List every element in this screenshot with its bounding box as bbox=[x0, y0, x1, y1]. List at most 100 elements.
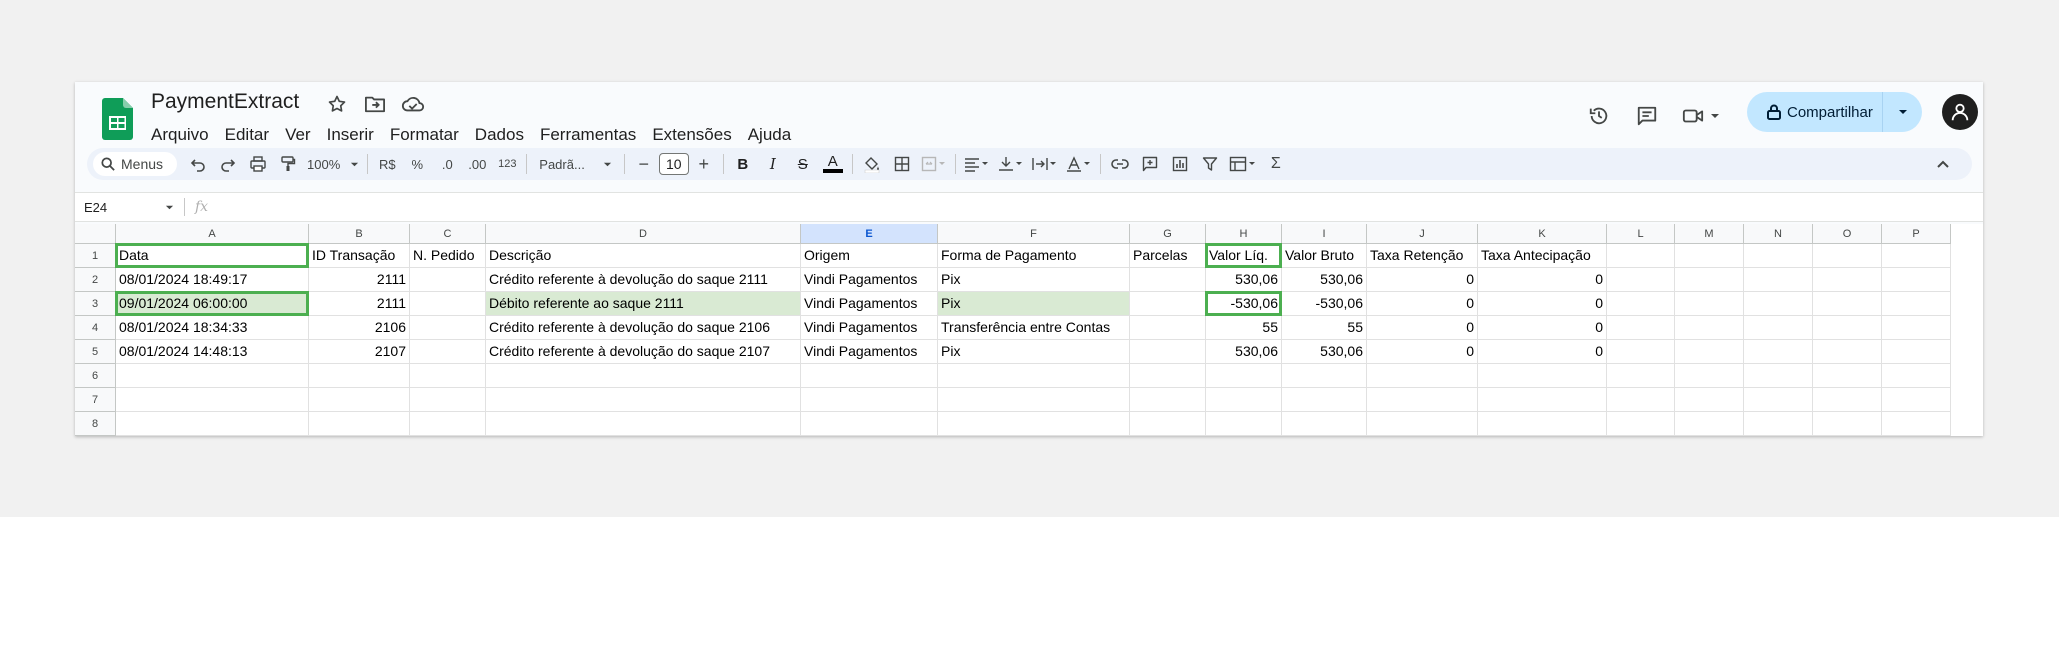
table-cell[interactable] bbox=[1478, 388, 1607, 412]
text-rotation-icon[interactable] bbox=[1062, 150, 1096, 178]
table-cell[interactable]: Transferência entre Contas bbox=[938, 316, 1130, 340]
history-icon[interactable] bbox=[1575, 96, 1623, 136]
undo-icon[interactable] bbox=[183, 150, 213, 178]
header-cell[interactable]: Valor Bruto bbox=[1282, 244, 1367, 268]
zoom-select[interactable]: 100% bbox=[303, 150, 363, 178]
table-cell[interactable] bbox=[1675, 364, 1744, 388]
filter-icon[interactable] bbox=[1195, 150, 1225, 178]
insert-chart-icon[interactable] bbox=[1165, 150, 1195, 178]
header-cell[interactable] bbox=[1675, 244, 1744, 268]
table-cell[interactable] bbox=[1130, 412, 1206, 436]
column-header-p[interactable]: P bbox=[1882, 224, 1951, 244]
header-cell[interactable] bbox=[1607, 244, 1675, 268]
table-cell[interactable]: 530,06 bbox=[1282, 340, 1367, 364]
table-cell[interactable] bbox=[1882, 388, 1951, 412]
table-cell[interactable] bbox=[1607, 268, 1675, 292]
table-cell[interactable]: -530,06 bbox=[1282, 292, 1367, 316]
table-cell[interactable] bbox=[1282, 412, 1367, 436]
table-cell[interactable] bbox=[309, 388, 410, 412]
header-cell[interactable]: Valor Líq. bbox=[1206, 244, 1282, 268]
table-cell[interactable]: 08/01/2024 14:48:13 bbox=[116, 340, 309, 364]
vertical-align-icon[interactable] bbox=[994, 150, 1028, 178]
move-folder-icon[interactable] bbox=[363, 92, 387, 116]
table-cell[interactable] bbox=[1367, 388, 1478, 412]
font-select[interactable]: Padrã... bbox=[531, 150, 620, 178]
table-cell[interactable] bbox=[116, 412, 309, 436]
table-cell[interactable] bbox=[1744, 388, 1813, 412]
table-cell[interactable] bbox=[1744, 292, 1813, 316]
table-cell[interactable]: Crédito referente à devolução do saque 2… bbox=[486, 316, 801, 340]
borders-icon[interactable] bbox=[887, 150, 917, 178]
table-cell[interactable] bbox=[1130, 364, 1206, 388]
header-cell[interactable]: Taxa Antecipação bbox=[1478, 244, 1607, 268]
header-cell[interactable] bbox=[1813, 244, 1882, 268]
table-cell[interactable] bbox=[1130, 268, 1206, 292]
star-icon[interactable] bbox=[325, 92, 349, 116]
currency-format-button[interactable]: R$ bbox=[372, 150, 402, 178]
sheets-logo-icon[interactable] bbox=[102, 98, 133, 140]
column-header-l[interactable]: L bbox=[1607, 224, 1675, 244]
table-cell[interactable]: Pix bbox=[938, 292, 1130, 316]
table-cell[interactable] bbox=[1675, 412, 1744, 436]
table-cell[interactable] bbox=[410, 388, 486, 412]
table-cell[interactable]: Vindi Pagamentos bbox=[801, 340, 938, 364]
header-cell[interactable]: Data bbox=[116, 244, 309, 268]
row-header-6[interactable]: 6 bbox=[75, 364, 116, 388]
table-cell[interactable] bbox=[1607, 412, 1675, 436]
row-header-2[interactable]: 2 bbox=[75, 268, 116, 292]
print-icon[interactable] bbox=[243, 150, 273, 178]
font-size-increase-button[interactable]: + bbox=[689, 150, 719, 178]
table-cell[interactable] bbox=[410, 292, 486, 316]
table-cell[interactable] bbox=[1478, 364, 1607, 388]
column-header-k[interactable]: K bbox=[1478, 224, 1607, 244]
table-cell[interactable]: Vindi Pagamentos bbox=[801, 292, 938, 316]
table-cell[interactable]: 08/01/2024 18:34:33 bbox=[116, 316, 309, 340]
table-cell[interactable] bbox=[1478, 412, 1607, 436]
percent-format-button[interactable]: % bbox=[402, 150, 432, 178]
paint-format-icon[interactable] bbox=[273, 150, 303, 178]
bold-button[interactable]: B bbox=[728, 150, 758, 178]
column-header-b[interactable]: B bbox=[309, 224, 410, 244]
table-cell[interactable] bbox=[1675, 292, 1744, 316]
menu-formatar[interactable]: Formatar bbox=[382, 122, 467, 148]
table-cell[interactable] bbox=[1607, 292, 1675, 316]
table-cell[interactable] bbox=[938, 412, 1130, 436]
table-cell[interactable] bbox=[1744, 340, 1813, 364]
table-cell[interactable]: -530,06 bbox=[1206, 292, 1282, 316]
header-cell[interactable]: Parcelas bbox=[1130, 244, 1206, 268]
horizontal-align-icon[interactable] bbox=[960, 150, 994, 178]
table-cell[interactable]: 0 bbox=[1367, 316, 1478, 340]
collapse-toolbar-icon[interactable] bbox=[1928, 150, 1958, 178]
table-cell[interactable] bbox=[1607, 388, 1675, 412]
header-cell[interactable]: Taxa Retenção bbox=[1367, 244, 1478, 268]
table-cell[interactable] bbox=[1882, 340, 1951, 364]
menu-ajuda[interactable]: Ajuda bbox=[740, 122, 799, 148]
table-cell[interactable] bbox=[1130, 316, 1206, 340]
table-cell[interactable]: 0 bbox=[1478, 268, 1607, 292]
table-cell[interactable]: 55 bbox=[1282, 316, 1367, 340]
table-cell[interactable] bbox=[1367, 364, 1478, 388]
font-size-decrease-button[interactable]: − bbox=[629, 150, 659, 178]
comments-icon[interactable] bbox=[1623, 96, 1671, 136]
functions-button[interactable]: Σ bbox=[1261, 150, 1291, 178]
table-cell[interactable]: 0 bbox=[1478, 292, 1607, 316]
name-box[interactable]: E24 bbox=[75, 200, 174, 215]
table-cell[interactable] bbox=[1882, 316, 1951, 340]
table-cell[interactable]: 0 bbox=[1367, 292, 1478, 316]
table-cell[interactable] bbox=[1130, 388, 1206, 412]
table-cell[interactable] bbox=[116, 388, 309, 412]
table-cell[interactable] bbox=[1675, 340, 1744, 364]
table-cell[interactable] bbox=[1282, 364, 1367, 388]
menu-ferramentas[interactable]: Ferramentas bbox=[532, 122, 644, 148]
table-cell[interactable]: 2107 bbox=[309, 340, 410, 364]
spreadsheet-grid[interactable]: A B C D E F G H I J K L M N O P 1 Data ID Transação N. Pedi… bbox=[75, 224, 1983, 436]
table-cell[interactable]: 0 bbox=[1367, 268, 1478, 292]
table-cell[interactable] bbox=[309, 364, 410, 388]
meet-icon[interactable] bbox=[1671, 96, 1731, 136]
table-cell[interactable]: 0 bbox=[1478, 316, 1607, 340]
table-cell[interactable]: 2106 bbox=[309, 316, 410, 340]
table-cell[interactable]: Vindi Pagamentos bbox=[801, 316, 938, 340]
table-cell[interactable] bbox=[1607, 316, 1675, 340]
select-all-corner[interactable] bbox=[75, 224, 116, 244]
more-formats-button[interactable]: 123 bbox=[492, 150, 522, 178]
